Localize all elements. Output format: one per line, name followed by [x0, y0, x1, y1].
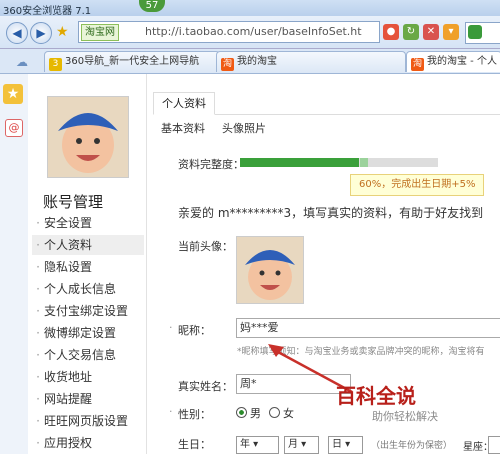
watermark-logo-text: 百科全说 [336, 384, 416, 408]
annotation-arrow [268, 344, 353, 394]
watermark-slogan: 助你轻松解决 [372, 410, 438, 423]
